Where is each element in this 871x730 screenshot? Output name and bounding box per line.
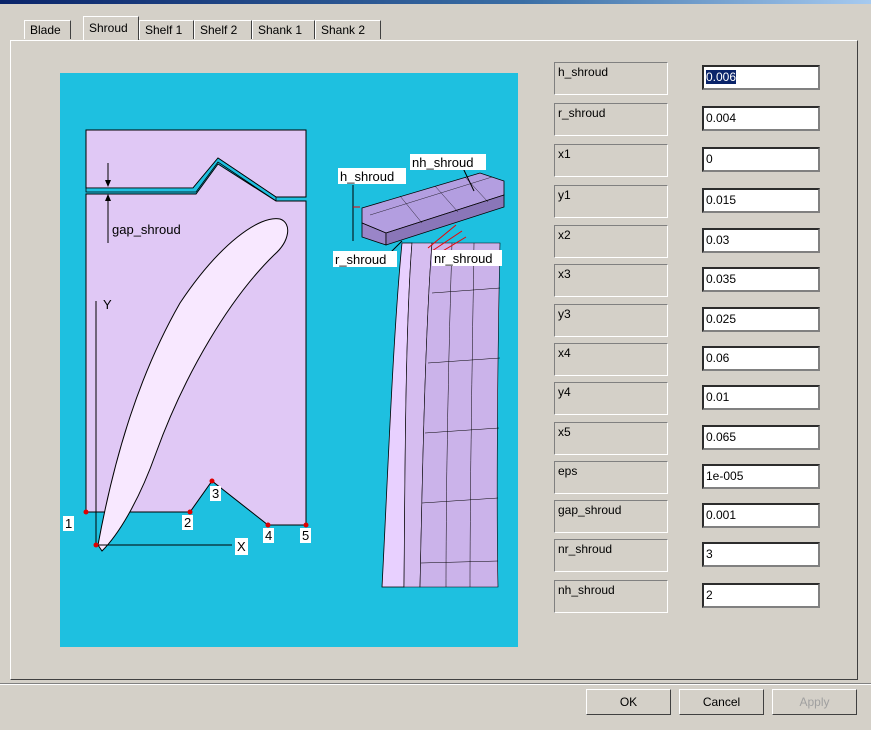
- button-separator: [0, 683, 871, 685]
- param-label-x5: x5: [554, 422, 668, 455]
- param-value-y1: 0.015: [706, 193, 737, 207]
- tab-shank-2[interactable]: Shank 2: [315, 20, 381, 39]
- tab-shank-1[interactable]: Shank 1: [252, 20, 315, 39]
- x-axis-label: X: [237, 539, 246, 554]
- shroud-diagram-svg: gap_shroud Y X 1 2 3 4 5 h_shroud nh_shr…: [63, 129, 505, 588]
- param-input-eps[interactable]: 1e-005: [702, 464, 820, 489]
- param-label-gap-shroud: gap_shroud: [554, 500, 668, 533]
- param-label-eps: eps: [554, 461, 668, 494]
- param-input-y3[interactable]: 0.025: [702, 307, 820, 332]
- param-label-x4: x4: [554, 343, 668, 376]
- param-label-x1: x1: [554, 144, 668, 177]
- point-3-marker: [209, 478, 215, 484]
- param-value-x1: 0: [706, 152, 713, 166]
- cancel-button[interactable]: Cancel: [679, 689, 764, 715]
- param-input-y4[interactable]: 0.01: [702, 385, 820, 410]
- nr-shroud-label: nr_shroud: [434, 251, 493, 266]
- apply-button[interactable]: Apply: [772, 689, 857, 715]
- point-4-marker: [265, 522, 271, 528]
- param-value-gap-shroud: 0.001: [706, 508, 737, 522]
- point-3-label: 3: [212, 486, 219, 501]
- h-shroud-label: h_shroud: [340, 169, 394, 184]
- r-shroud-label: r_shroud: [335, 252, 386, 267]
- gap-shroud-label: gap_shroud: [112, 222, 181, 237]
- param-label-h-shroud: h_shroud: [554, 62, 668, 95]
- param-input-r-shroud[interactable]: 0.004: [702, 106, 820, 131]
- param-label-y4: y4: [554, 382, 668, 415]
- param-input-x3[interactable]: 0.035: [702, 267, 820, 292]
- nh-shroud-label: nh_shroud: [412, 155, 473, 170]
- point-4-label: 4: [265, 528, 272, 543]
- param-input-h-shroud[interactable]: 0.006: [702, 65, 820, 90]
- param-input-x2[interactable]: 0.03: [702, 228, 820, 253]
- param-value-y4: 0.01: [706, 390, 730, 404]
- param-input-y1[interactable]: 0.015: [702, 188, 820, 213]
- param-value-eps: 1e-005: [706, 469, 744, 483]
- tab-blade[interactable]: Blade: [24, 20, 71, 39]
- param-value-x3: 0.035: [706, 272, 737, 286]
- blade-mesh-back: [419, 242, 501, 588]
- param-value-nr-shroud: 3: [706, 547, 713, 561]
- param-label-y1: y1: [554, 185, 668, 218]
- point-5-label: 5: [302, 528, 309, 543]
- origin-marker: [93, 542, 99, 548]
- point-1-marker: [83, 509, 89, 515]
- shroud-diagram: gap_shroud Y X 1 2 3 4 5 h_shroud nh_shr…: [60, 73, 518, 647]
- tab-shelf-2[interactable]: Shelf 2: [194, 20, 252, 39]
- param-value-x5: 0.065: [706, 430, 737, 444]
- param-value-r-shroud: 0.004: [706, 111, 737, 125]
- param-label-y3: y3: [554, 304, 668, 337]
- point-2-marker: [187, 509, 193, 515]
- param-label-nh-shroud: nh_shroud: [554, 580, 668, 613]
- point-2-label: 2: [184, 515, 191, 530]
- param-input-x5[interactable]: 0.065: [702, 425, 820, 450]
- window-title-bar: [0, 0, 871, 4]
- param-label-x2: x2: [554, 225, 668, 258]
- param-value-h-shroud: 0.006: [706, 70, 737, 84]
- param-value-x2: 0.03: [706, 233, 730, 247]
- point-1-label: 1: [65, 516, 72, 531]
- param-input-x1[interactable]: 0: [702, 147, 820, 172]
- tab-shroud[interactable]: Shroud: [83, 16, 139, 40]
- point-5-marker: [303, 522, 309, 528]
- param-label-nr-shroud: nr_shroud: [554, 539, 668, 572]
- param-input-nr-shroud[interactable]: 3: [702, 542, 820, 567]
- param-label-x3: x3: [554, 264, 668, 297]
- ok-button[interactable]: OK: [586, 689, 671, 715]
- param-value-x4: 0.06: [706, 351, 730, 365]
- tab-shelf-1[interactable]: Shelf 1: [139, 20, 194, 39]
- param-value-nh-shroud: 2: [706, 588, 713, 602]
- param-input-gap-shroud[interactable]: 0.001: [702, 503, 820, 528]
- param-label-r-shroud: r_shroud: [554, 103, 668, 136]
- param-input-x4[interactable]: 0.06: [702, 346, 820, 371]
- param-input-nh-shroud[interactable]: 2: [702, 583, 820, 608]
- y-axis-label: Y: [103, 297, 112, 312]
- param-value-y3: 0.025: [706, 312, 737, 326]
